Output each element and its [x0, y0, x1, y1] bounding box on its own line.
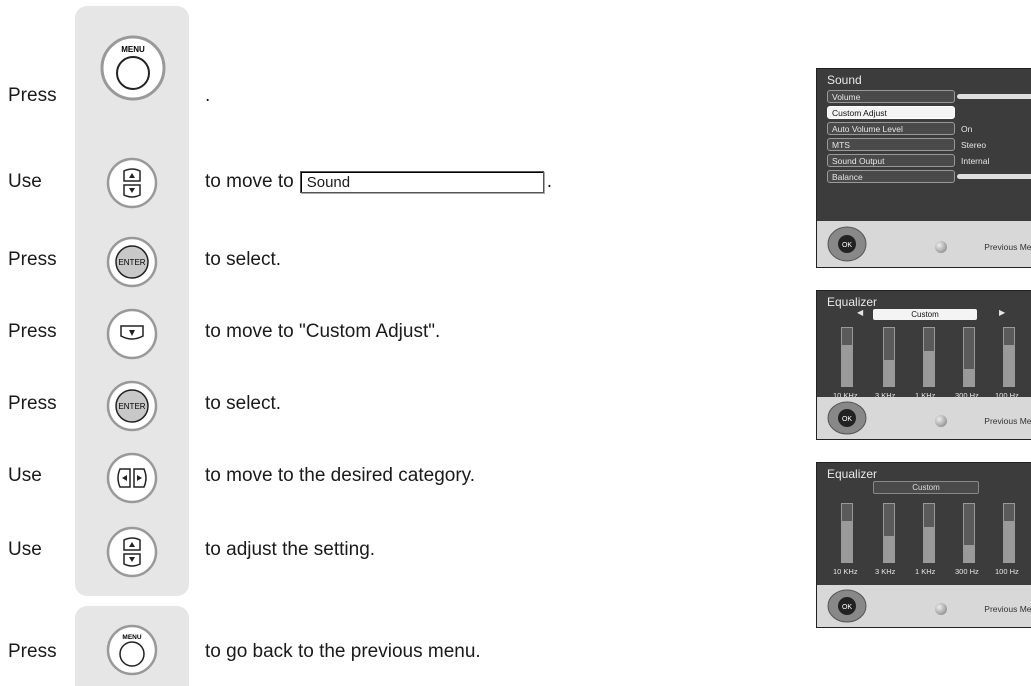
- step-8-text: to go back to the previous menu.: [205, 641, 481, 662]
- eq-band-level: [1004, 345, 1014, 386]
- ok-nav-icon: OK: [827, 589, 867, 623]
- equalizer-screen-1: Equalizer ◀ Custom ▶ 10 KHz 3 KHz 1 KHz 300…: [816, 290, 1031, 440]
- eq-band-level: [964, 544, 974, 562]
- screen-title: Equalizer: [827, 467, 878, 481]
- enter-button-label-2: ENTER: [118, 402, 145, 411]
- balance-slider: [957, 174, 1031, 179]
- menu-item-mts: MTS: [827, 138, 955, 151]
- step-2-text-before: to move to: [205, 171, 294, 192]
- enter-button-label-1: ENTER: [118, 258, 145, 267]
- eq-band-level: [964, 368, 974, 386]
- step-2-text-after: .: [546, 171, 552, 192]
- eq-band-bar: [1003, 327, 1015, 387]
- step-4-verb: Press: [8, 321, 57, 342]
- ok-label-2: OK: [842, 416, 852, 423]
- left-arrow-icon: ◀: [857, 308, 864, 317]
- previous-menu-label: Previous Menu: [984, 416, 1031, 426]
- eq-band-level: [924, 351, 934, 386]
- sound-output-value: Internal: [961, 156, 990, 166]
- step-3-verb: Press: [8, 249, 57, 270]
- up-down-button-icon: [106, 157, 158, 209]
- screen-bottom-bar: OK Previous Menu: [817, 221, 1031, 267]
- eq-band-level: [1004, 521, 1014, 562]
- preset-label: Custom: [873, 309, 977, 320]
- left-right-button-icon: [106, 452, 158, 504]
- previous-menu-label: Previous Menu: [984, 242, 1031, 252]
- right-arrow-icon: ▶: [999, 308, 1006, 317]
- menu-button-label-2: MENU: [122, 634, 141, 641]
- auto-volume-value: On: [961, 124, 973, 134]
- screen-bottom-bar: OK Previous Menu: [817, 585, 1031, 627]
- eq-band-bar: [841, 327, 853, 387]
- eq-band-level: [842, 345, 852, 386]
- screen-title: Equalizer: [827, 295, 878, 309]
- down-button-icon: [106, 308, 158, 360]
- step-2-text: to move to Sound.: [205, 170, 552, 194]
- ok-nav-icon: OK: [827, 226, 867, 262]
- enter-button-icon: ENTER: [106, 236, 158, 288]
- eq-band-label: 3 KHz: [875, 567, 896, 576]
- step-5-text: to select.: [205, 393, 282, 414]
- step-6-text: to move to the desired category.: [205, 465, 476, 486]
- menu-item-volume: Volume: [827, 90, 955, 103]
- eq-band-bar: [963, 327, 975, 387]
- step-6-verb: Use: [8, 465, 42, 486]
- eq-band-bar: [963, 503, 975, 563]
- eq-band-label: 1 KHz: [915, 567, 936, 576]
- ok-label-1: OK: [842, 242, 852, 249]
- eq-band-label: 300 Hz: [955, 567, 979, 576]
- eq-band-bar: [883, 327, 895, 387]
- step-1-text: .: [205, 85, 211, 106]
- menu-item-sound-output: Sound Output: [827, 154, 955, 167]
- menu-button-icon: MENU: [106, 624, 158, 676]
- sound-menu-box: Sound: [299, 170, 544, 193]
- eq-band-label: 100 Hz: [995, 567, 1019, 576]
- preset-label: Custom: [873, 481, 979, 494]
- menu-button-icon: MENU: [100, 35, 166, 101]
- previous-menu-icon: [935, 415, 947, 427]
- screen-bottom-bar: OK Previous Menu: [817, 397, 1031, 439]
- eq-band-level: [924, 527, 934, 562]
- step-8-verb: Press: [8, 641, 57, 662]
- eq-band-level: [842, 521, 852, 562]
- step-1-verb: Press: [8, 85, 57, 106]
- menu-item-balance: Balance: [827, 170, 955, 183]
- menu-item-custom-adjust: Custom Adjust: [827, 106, 955, 119]
- volume-slider: [957, 94, 1031, 99]
- previous-menu-icon: [935, 603, 947, 615]
- eq-band-level: [884, 359, 894, 386]
- up-down-button-icon: [106, 526, 158, 578]
- eq-band-bar: [923, 503, 935, 563]
- screen-title: Sound: [827, 73, 862, 87]
- previous-menu-icon: [935, 241, 947, 253]
- step-3-text: to select.: [205, 249, 282, 270]
- eq-band-bar: [883, 503, 895, 563]
- mts-value: Stereo: [961, 140, 987, 150]
- eq-band-bar: [841, 503, 853, 563]
- eq-band-bar: [923, 327, 935, 387]
- menu-item-auto-volume: Auto Volume Level: [827, 122, 955, 135]
- ok-label-3: OK: [842, 604, 852, 611]
- eq-band-label: 10 KHz: [833, 567, 858, 576]
- eq-band-bar: [1003, 503, 1015, 563]
- equalizer-screen-2: Equalizer Custom 10 KHz 3 KHz 1 KHz 300 Hz 1…: [816, 462, 1031, 628]
- ok-nav-icon: OK: [827, 401, 867, 435]
- enter-button-icon: ENTER: [106, 380, 158, 432]
- sound-menu-screen: Sound Volume Custom Adjust Auto Volume L…: [816, 68, 1031, 268]
- menu-button-label: MENU: [121, 45, 145, 54]
- step-5-verb: Press: [8, 393, 57, 414]
- step-4-text: to move to "Custom Adjust".: [205, 321, 441, 342]
- step-7-text: to adjust the setting.: [205, 539, 376, 560]
- previous-menu-label: Previous Menu: [984, 604, 1031, 614]
- eq-band-level: [884, 535, 894, 562]
- step-2-verb: Use: [8, 171, 42, 192]
- step-7-verb: Use: [8, 539, 42, 560]
